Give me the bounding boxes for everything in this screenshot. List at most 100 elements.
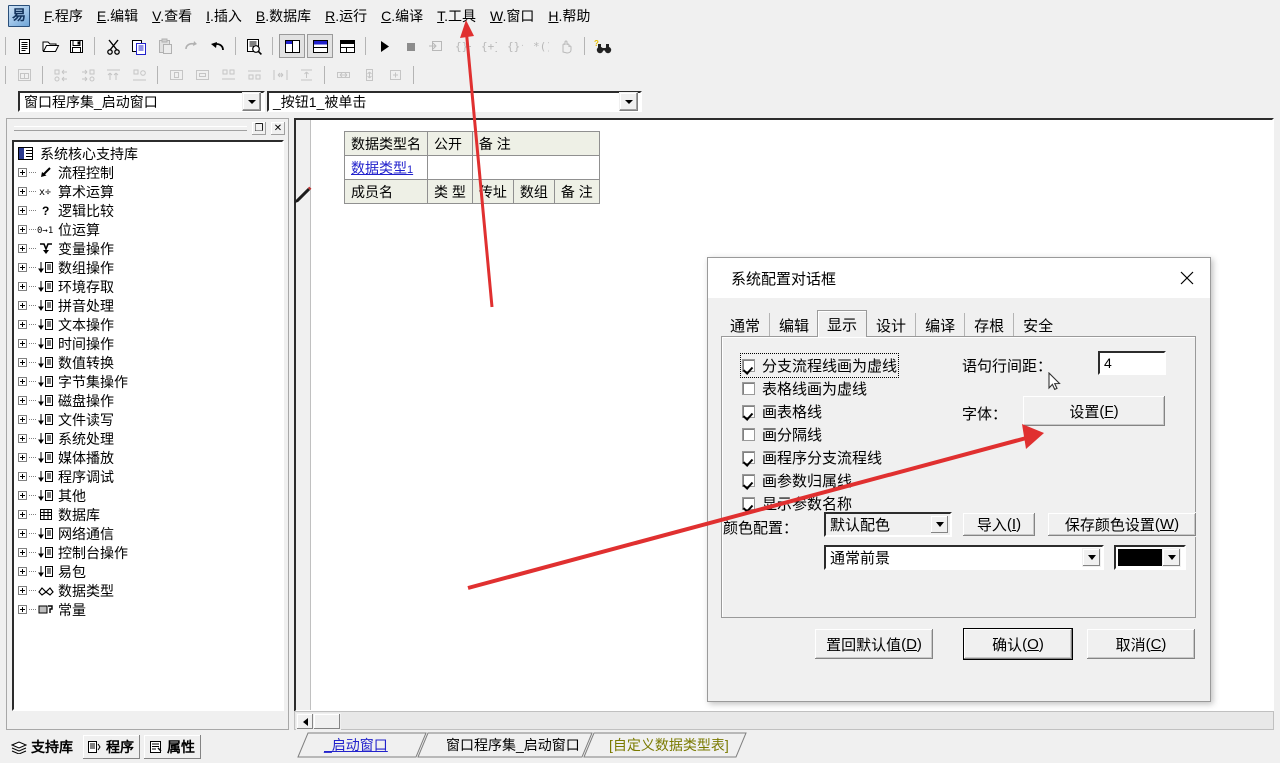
checkbox-table-line-dashed[interactable]: 表格线画为虚线 (742, 378, 867, 399)
tree-item-6[interactable]: 数组操作 (14, 258, 266, 277)
expand-plus-icon[interactable] (18, 396, 27, 405)
color-item-combo[interactable]: 通常前景 (824, 545, 1104, 570)
color-scheme-combo[interactable]: 默认配色 (824, 512, 952, 537)
tree-item-5[interactable]: 变量操作 (14, 239, 266, 258)
sidebar-tab-support-library[interactable]: 支持库 (6, 733, 80, 760)
checkbox-draw-separator-lines[interactable]: 画分隔线 (742, 424, 822, 445)
tree-item-9[interactable]: 文本操作 (14, 315, 266, 334)
doc-tab-window-program-set[interactable]: 窗口程序集_启动窗口 (434, 733, 590, 757)
menu-item-program[interactable]: F.程序 (37, 3, 90, 29)
chevron-down-icon[interactable] (930, 515, 949, 534)
expand-plus-icon[interactable] (18, 206, 27, 215)
tree-item-15[interactable]: 系统处理 (14, 429, 266, 448)
cell-type-name[interactable]: 数据类型1 (344, 155, 428, 180)
dialog-tab-display[interactable]: 显示 (817, 310, 868, 337)
cancel-button[interactable]: 取消(C) (1086, 628, 1196, 660)
new-file-icon[interactable] (12, 35, 36, 57)
chevron-down-icon[interactable] (1162, 548, 1181, 567)
dialog-tab-design[interactable]: 设计 (866, 313, 915, 337)
open-folder-icon[interactable] (38, 35, 62, 57)
expand-plus-icon[interactable] (18, 282, 27, 291)
dialog-tab-edit[interactable]: 编辑 (769, 313, 818, 337)
expand-plus-icon[interactable] (18, 605, 27, 614)
scroll-left-icon[interactable] (296, 713, 314, 730)
cut-scissors-icon[interactable] (101, 35, 125, 57)
expand-plus-icon[interactable] (18, 434, 27, 443)
doc-tab-custom-datatype-table[interactable]: [自定义数据类型表] (597, 733, 739, 757)
close-icon[interactable]: ✕ (270, 121, 286, 136)
copy-icon[interactable] (127, 35, 151, 57)
expand-plus-icon[interactable] (18, 472, 27, 481)
checkbox-box[interactable] (742, 428, 755, 441)
chevron-down-icon[interactable] (619, 92, 638, 111)
close-x-icon[interactable] (1164, 258, 1210, 298)
expand-plus-icon[interactable] (18, 225, 27, 234)
checkbox-draw-param-owner-lines[interactable]: 画参数归属线 (742, 470, 852, 491)
tree-root-node[interactable]: 系统核心支持库 (14, 144, 266, 163)
menu-item-edit[interactable]: E.编辑 (90, 3, 145, 29)
expand-plus-icon[interactable] (18, 586, 27, 595)
dialog-tab-stub[interactable]: 存根 (964, 313, 1013, 337)
checkbox-box[interactable] (742, 359, 755, 372)
sidebar-tab-properties[interactable]: 属性 (143, 733, 202, 760)
undo-icon[interactable] (205, 35, 229, 57)
checkbox-box[interactable] (742, 382, 755, 395)
import-colors-button[interactable]: 导入(I) (962, 512, 1036, 537)
layout-left-panel-icon[interactable] (279, 34, 305, 58)
event-combo[interactable]: _按钮1_被单击 (267, 91, 642, 112)
find-in-page-icon[interactable] (242, 35, 266, 57)
font-settings-button[interactable]: 设置(F) (1022, 395, 1166, 427)
tree-item-16[interactable]: 媒体播放 (14, 448, 266, 467)
tree-item-17[interactable]: 程序调试 (14, 467, 266, 486)
tree-item-21[interactable]: 控制台操作 (14, 543, 266, 562)
checkbox-branch-flow-dashed[interactable]: 分支流程线画为虚线 (739, 353, 900, 378)
expand-plus-icon[interactable] (18, 263, 27, 272)
expand-plus-icon[interactable] (18, 358, 27, 367)
maximize-icon[interactable]: ❐ (251, 121, 267, 136)
doc-tab-startup-window[interactable]: _启动窗口 (312, 733, 398, 757)
hand-pause-icon[interactable] (554, 35, 578, 57)
save-colors-button[interactable]: 保存颜色设置(W) (1047, 512, 1197, 537)
expand-plus-icon[interactable] (18, 453, 27, 462)
table-row[interactable]: 数据类型1 (344, 155, 600, 180)
menu-item-compile[interactable]: C.编译 (374, 3, 430, 29)
tree-item-24[interactable]: 常量 (14, 600, 266, 619)
step-over-icon[interactable]: {}+ (450, 35, 474, 57)
tree-item-4[interactable]: 0→1 位运算 (14, 220, 266, 239)
tree-item-20[interactable]: 网络通信 (14, 524, 266, 543)
checkbox-box[interactable] (742, 405, 755, 418)
custom-datatype-table[interactable]: 数据类型名 公开 备 注 数据类型1 成员名 类 型 传址 数组 备 注 (344, 131, 600, 204)
ok-button[interactable]: 确认(O) (963, 628, 1073, 660)
stop-square-icon[interactable] (398, 35, 422, 57)
scrollbar-thumb[interactable] (313, 713, 341, 730)
dialog-tab-general[interactable]: 通常 (721, 313, 769, 337)
expand-plus-icon[interactable] (18, 320, 27, 329)
save-disk-icon[interactable] (64, 35, 88, 57)
checkbox-draw-table-lines[interactable]: 画表格线 (742, 401, 822, 422)
chevron-down-icon[interactable] (242, 92, 261, 111)
color-swatch-combo[interactable] (1114, 545, 1186, 570)
tree-item-22[interactable]: 易包 (14, 562, 266, 581)
expand-plus-icon[interactable] (18, 244, 27, 253)
expand-plus-icon[interactable] (18, 510, 27, 519)
tree-item-19[interactable]: 数据库 (14, 505, 266, 524)
tree-item-18[interactable]: 其他 (14, 486, 266, 505)
tree-item-11[interactable]: 数值转换 (14, 353, 266, 372)
support-library-tree[interactable]: 系统核心支持库 流程控制 x÷ 算术运算? 逻辑比较 0→1 位运算 变量操作 数组操作 环境存… (12, 140, 284, 711)
expand-plus-icon[interactable] (18, 415, 27, 424)
editor-horizontal-scrollbar[interactable] (294, 711, 1274, 730)
tree-item-12[interactable]: 字节集操作 (14, 372, 266, 391)
tree-item-10[interactable]: 时间操作 (14, 334, 266, 353)
menu-item-help[interactable]: H.帮助 (541, 3, 597, 29)
layout-grid-panel-icon[interactable] (335, 35, 359, 57)
line-spacing-input[interactable]: 4 (1098, 351, 1166, 375)
menu-item-tools[interactable]: T.工具 (430, 3, 483, 29)
checkbox-draw-program-branch-flow[interactable]: 画程序分支流程线 (742, 447, 882, 468)
tree-item-14[interactable]: 文件读写 (14, 410, 266, 429)
cell-public[interactable] (427, 155, 473, 180)
run-play-icon[interactable] (372, 35, 396, 57)
expand-plus-icon[interactable] (18, 377, 27, 386)
expand-plus-icon[interactable] (18, 339, 27, 348)
tree-item-3[interactable]: ? 逻辑比较 (14, 201, 266, 220)
step-out-icon[interactable]: {}↑ (502, 35, 526, 57)
